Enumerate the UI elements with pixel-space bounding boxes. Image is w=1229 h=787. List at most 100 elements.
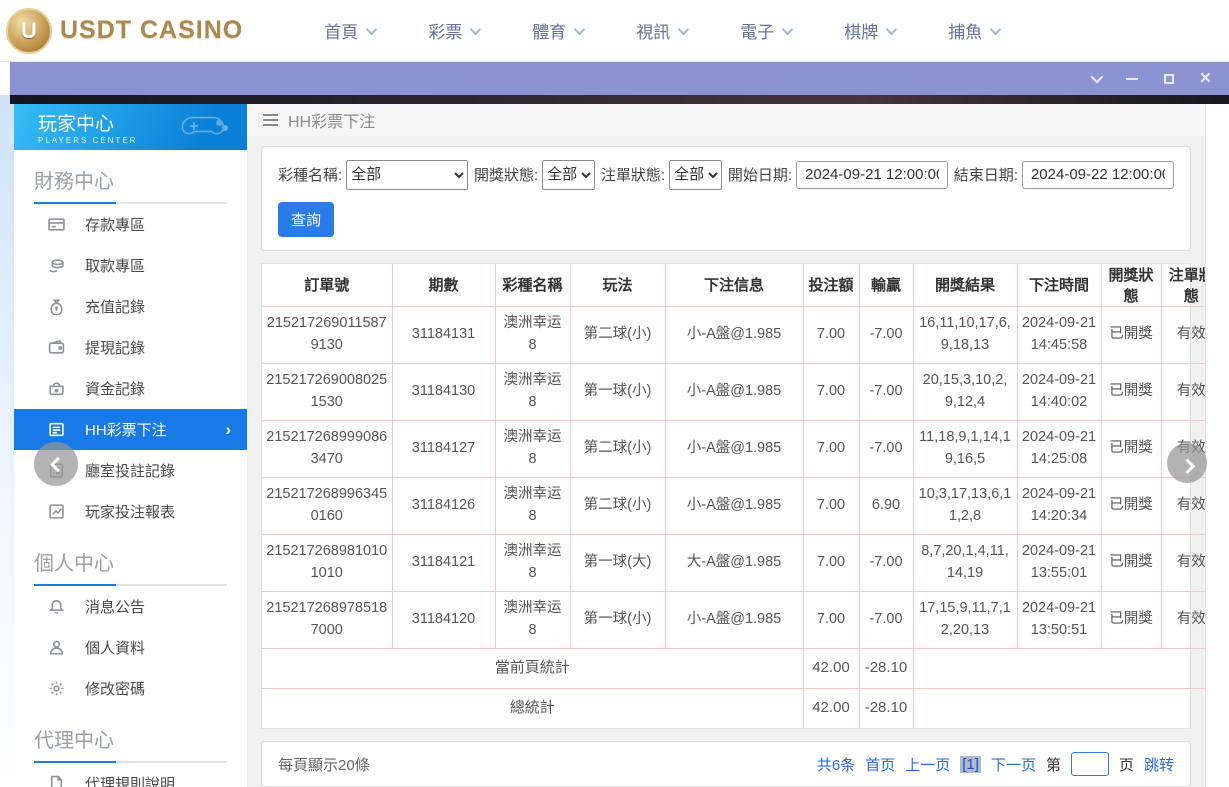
cell-order_id: 2152172690080251530	[262, 362, 393, 421]
cell-draw_result: 10,3,17,13,6,11,2,8	[912, 476, 1018, 535]
window-titlebar: ×	[10, 62, 1229, 95]
cell-draw_status: 已開獎	[1100, 419, 1162, 478]
filter-panel: 彩種名稱: 全部 開獎狀態: 全部 注單狀態: 全部 開始日期: 結束日期:	[261, 145, 1191, 251]
cell-play: 第二球(小)	[569, 305, 666, 364]
main-area: HH彩票下注 彩種名稱: 全部 開獎狀態: 全部 注單狀態: 全部 開始日期: …	[247, 104, 1221, 787]
list-icon	[49, 422, 64, 437]
table-row: 2152172689990863470 31184127 澳洲幸运8 第二球(小) 小-…	[262, 419, 1221, 478]
nav-item-home[interactable]: 首頁	[297, 18, 401, 43]
table-header-row: 訂單號 期數 彩種名稱 玩法 下注信息 投注額 輸贏 開獎結果 下注時間 開獎狀態 注單狀態	[262, 263, 1221, 307]
cell-draw_result: 20,15,3,10,2,9,12,4	[912, 362, 1018, 421]
nav-label: 捕魚	[948, 23, 983, 42]
order-status-select[interactable]: 全部	[669, 159, 723, 190]
nav-item-chess[interactable]: 棋牌	[817, 18, 921, 43]
brand-logo[interactable]: U USDT CASINO	[0, 7, 243, 54]
cell-lottery: 澳洲幸运8	[494, 305, 571, 364]
window-minimize-icon[interactable]	[1125, 77, 1138, 80]
gamepad-icon	[181, 116, 228, 135]
nav-label: 體育	[532, 23, 567, 42]
cell-bet_time: 2024-09-21 14:45:58	[1016, 305, 1102, 364]
end-date-input[interactable]	[1021, 160, 1174, 189]
cell-win_loss: -7.00	[858, 533, 914, 592]
cell-order_id: 2152172689990863470	[262, 419, 393, 478]
page-summary-win-loss: -28.10	[858, 647, 914, 689]
col-header-draw_result: 開獎結果	[912, 263, 1018, 307]
section-title-finance: 財務中心	[34, 171, 114, 193]
sidebar-item-label: 充值記錄	[85, 299, 146, 316]
total-summary-bet-amount: 42.00	[802, 687, 860, 728]
cell-win_loss: -7.00	[858, 305, 914, 364]
page-jump-input[interactable]	[1070, 752, 1109, 776]
first-page-link[interactable]: 首页	[865, 754, 895, 775]
cell-draw_status: 已開獎	[1100, 305, 1162, 364]
draw-status-select[interactable]: 全部	[542, 159, 596, 190]
cell-play: 第二球(小)	[569, 476, 666, 535]
col-header-bet_info: 下注信息	[664, 263, 804, 307]
sidebar-item-deposit[interactable]: 存款專區	[14, 204, 247, 245]
col-header-lottery: 彩種名稱	[494, 263, 571, 307]
page-summary-empty	[912, 647, 1221, 689]
cell-play: 第一球(小)	[569, 362, 666, 421]
cell-period: 31184127	[391, 419, 496, 478]
sidebar-item-profile[interactable]: 個人資料	[14, 627, 247, 668]
money-bag-icon	[50, 299, 63, 315]
nav-item-electronic[interactable]: 電子	[713, 18, 817, 43]
bell-icon	[49, 599, 64, 614]
cell-bet_amount: 7.00	[802, 590, 860, 649]
sidebar-item-withdraw[interactable]: 取款專區	[14, 245, 247, 286]
chevron-down-icon	[885, 23, 898, 35]
cell-bet_time: 2024-09-21 14:25:08	[1016, 419, 1102, 478]
bets-table-panel: 訂單號 期數 彩種名稱 玩法 下注信息 投注額 輸贏 開獎結果 下注時間 開獎狀態 注單狀態 215…	[261, 262, 1221, 729]
cell-win_loss: -7.00	[858, 362, 914, 421]
expand-right-button[interactable]	[1167, 443, 1207, 483]
chevron-down-icon	[989, 23, 1002, 35]
window-close-icon[interactable]: ×	[1200, 69, 1211, 88]
cell-bet_amount: 7.00	[802, 533, 860, 592]
cell-win_loss: 6.90	[858, 476, 914, 535]
cell-win_loss: -7.00	[858, 590, 914, 649]
start-date-input[interactable]	[796, 160, 949, 189]
sidebar-item-agent-rules[interactable]: 代理規則說明	[14, 763, 247, 787]
sidebar-item-change-password[interactable]: 修改密碼	[14, 668, 247, 709]
sidebar-item-funds-record[interactable]: 資金記錄	[14, 368, 247, 409]
table-row: 2152172689963450160 31184126 澳洲幸运8 第二球(小) 小-…	[262, 476, 1221, 535]
nav-item-video[interactable]: 視訊	[609, 18, 713, 43]
chevron-down-icon	[781, 23, 794, 35]
chevron-right-icon	[1179, 458, 1195, 474]
sidebar-item-withdraw-record[interactable]: 提現記錄	[14, 327, 247, 368]
nav-item-lottery[interactable]: 彩票	[401, 18, 505, 43]
next-page-link[interactable]: 下一页	[991, 754, 1036, 775]
sidebar-item-player-bet-report[interactable]: 玩家投注報表	[14, 491, 247, 532]
draw-status-label: 開獎狀態:	[473, 167, 539, 184]
cell-order_id: 2152172689785187000	[262, 590, 393, 649]
cell-bet_time: 2024-09-21 14:40:02	[1016, 362, 1102, 421]
sidebar-item-recharge-record[interactable]: 充值記錄	[14, 286, 247, 327]
jump-go-link[interactable]: 跳转	[1144, 754, 1174, 775]
page-header: HH彩票下注	[247, 104, 1205, 136]
hamburger-menu-icon[interactable]	[263, 113, 278, 126]
cell-bet_info: 小-A盤@1.985	[664, 362, 804, 421]
cell-bet_info: 小-A盤@1.985	[664, 590, 804, 649]
nav-item-fishing[interactable]: 捕魚	[921, 18, 1025, 43]
cell-period: 31184126	[391, 476, 496, 535]
card-icon	[48, 218, 65, 231]
cell-play: 第二球(小)	[569, 419, 666, 478]
nav-item-sports[interactable]: 體育	[505, 18, 609, 43]
sidebar-item-label: 修改密碼	[85, 681, 146, 698]
cell-bet_amount: 7.00	[802, 476, 860, 535]
jump-suffix-label: 页	[1118, 756, 1134, 774]
window-dropdown-icon[interactable]	[1090, 70, 1104, 84]
cell-lottery: 澳洲幸运8	[494, 476, 571, 535]
prev-page-link[interactable]: 上一页	[905, 754, 950, 775]
window-maximize-icon[interactable]	[1163, 73, 1174, 84]
chevron-down-icon	[365, 23, 378, 35]
page-summary-bet-amount: 42.00	[802, 647, 860, 689]
search-button[interactable]: 查詢	[278, 201, 335, 237]
sidebar-item-announcements[interactable]: 消息公告	[14, 586, 247, 627]
lottery-name-select[interactable]: 全部	[346, 159, 469, 190]
page-title: HH彩票下注	[288, 113, 376, 131]
bets-table: 訂單號 期數 彩種名稱 玩法 下注信息 投注額 輸贏 開獎結果 下注時間 開獎狀態 注單狀態 215…	[262, 263, 1221, 728]
background-banner	[10, 95, 1229, 104]
right-scroll-strip[interactable]	[1205, 104, 1229, 787]
collapse-left-button[interactable]	[34, 442, 78, 486]
